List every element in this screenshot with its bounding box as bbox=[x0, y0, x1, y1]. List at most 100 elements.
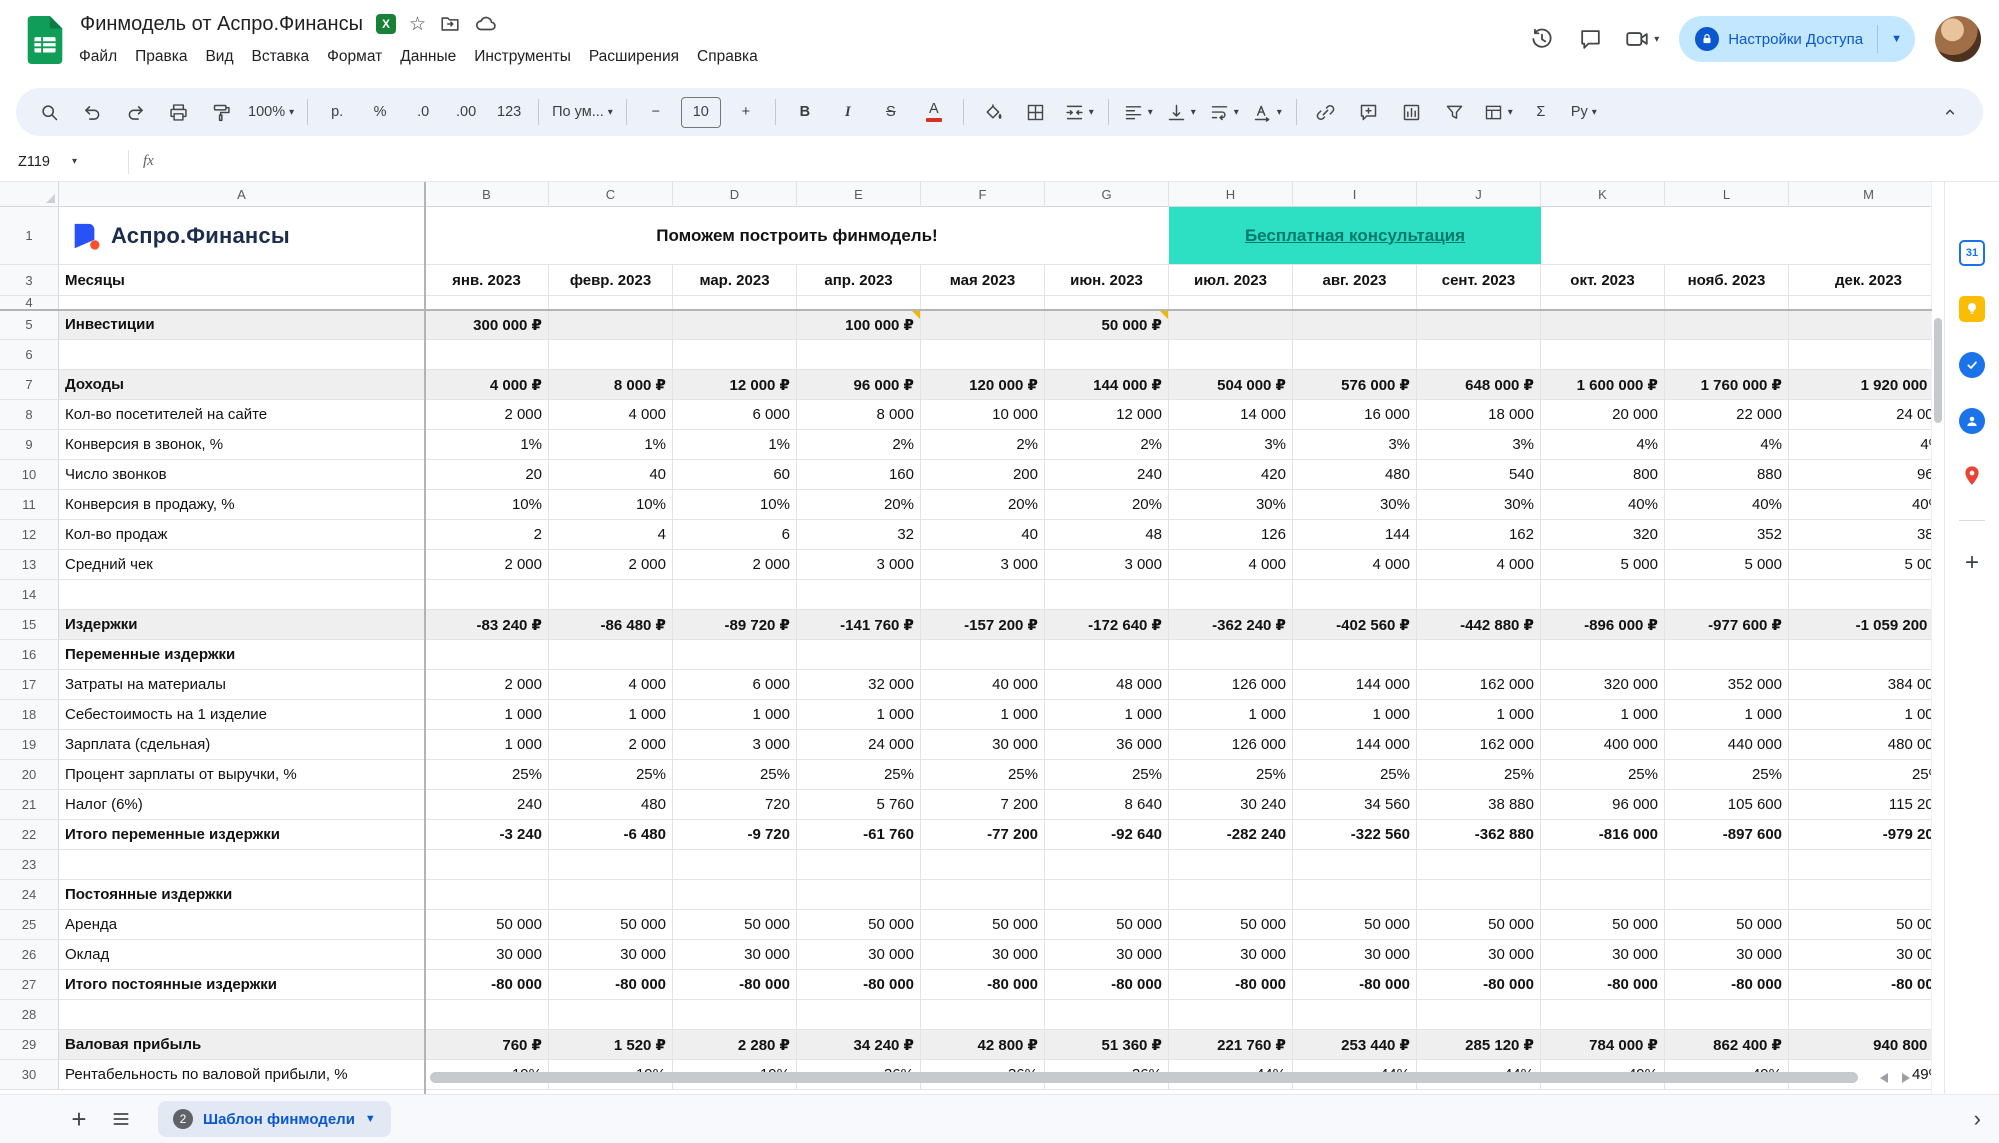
cell-L8[interactable]: 22 000 bbox=[1665, 400, 1789, 430]
cell-L15[interactable]: -977 600 ₽ bbox=[1665, 610, 1789, 640]
cell-F7[interactable]: 120 000 ₽ bbox=[921, 370, 1045, 400]
cell-E28[interactable] bbox=[797, 1000, 921, 1030]
cell-D12[interactable]: 6 bbox=[673, 520, 797, 550]
cell-K14[interactable] bbox=[1541, 580, 1665, 610]
insert-link-button[interactable] bbox=[1305, 95, 1347, 129]
cell-H21[interactable]: 30 240 bbox=[1169, 790, 1293, 820]
row-header-20[interactable]: 20 bbox=[0, 760, 59, 790]
cell-E5[interactable]: 100 000 ₽ bbox=[797, 310, 921, 340]
row-header-23[interactable]: 23 bbox=[0, 850, 59, 880]
cell-M27[interactable]: -80 000 bbox=[1789, 970, 1932, 1000]
menu-item-1[interactable]: Файл bbox=[70, 44, 126, 70]
meet-camera-button[interactable]: ▾ bbox=[1624, 26, 1659, 52]
cell-H17[interactable]: 126 000 bbox=[1169, 670, 1293, 700]
cell-E19[interactable]: 24 000 bbox=[797, 730, 921, 760]
cell-M11[interactable]: 40% bbox=[1789, 490, 1932, 520]
cell-M7[interactable]: 1 920 000 ₽ bbox=[1789, 370, 1932, 400]
cell-E3[interactable]: апр. 2023 bbox=[797, 265, 921, 296]
cell-D26[interactable]: 30 000 bbox=[673, 940, 797, 970]
cell-J4[interactable] bbox=[1417, 296, 1541, 310]
column-header-H[interactable]: H bbox=[1169, 182, 1293, 207]
cell-A10[interactable]: Число звонков bbox=[59, 460, 425, 490]
insert-chart-button[interactable] bbox=[1391, 95, 1433, 129]
cell-E18[interactable]: 1 000 bbox=[797, 700, 921, 730]
cell-K15[interactable]: -896 000 ₽ bbox=[1541, 610, 1665, 640]
merge-cells-button[interactable]: ▾ bbox=[1058, 95, 1100, 129]
cell-J8[interactable]: 18 000 bbox=[1417, 400, 1541, 430]
horizontal-align-button[interactable]: ▾ bbox=[1117, 95, 1159, 129]
cell-E4[interactable] bbox=[797, 296, 921, 310]
cell-E27[interactable]: -80 000 bbox=[797, 970, 921, 1000]
cell-B8[interactable]: 2 000 bbox=[425, 400, 549, 430]
cell-J21[interactable]: 38 880 bbox=[1417, 790, 1541, 820]
cell-D20[interactable]: 25% bbox=[673, 760, 797, 790]
move-folder-icon[interactable] bbox=[439, 13, 461, 35]
cell-G25[interactable]: 50 000 bbox=[1045, 910, 1169, 940]
cell-F22[interactable]: -77 200 bbox=[921, 820, 1045, 850]
cell-D25[interactable]: 50 000 bbox=[673, 910, 797, 940]
cell-F17[interactable]: 40 000 bbox=[921, 670, 1045, 700]
cell-A20[interactable]: Процент зарплаты от выручки, % bbox=[59, 760, 425, 790]
cell-C29[interactable]: 1 520 ₽ bbox=[549, 1030, 673, 1060]
row-header-25[interactable]: 25 bbox=[0, 910, 59, 940]
cell-L16[interactable] bbox=[1665, 640, 1789, 670]
cell-A28[interactable] bbox=[59, 1000, 425, 1030]
cell-F27[interactable]: -80 000 bbox=[921, 970, 1045, 1000]
cell-H11[interactable]: 30% bbox=[1169, 490, 1293, 520]
cell-C16[interactable] bbox=[549, 640, 673, 670]
font-select[interactable]: По ум...▾ bbox=[547, 95, 618, 129]
cell-C25[interactable]: 50 000 bbox=[549, 910, 673, 940]
cell-K25[interactable]: 50 000 bbox=[1541, 910, 1665, 940]
cell-H28[interactable] bbox=[1169, 1000, 1293, 1030]
cell-F11[interactable]: 20% bbox=[921, 490, 1045, 520]
currency-format-button[interactable]: р. bbox=[316, 95, 358, 129]
decrease-font-size-button[interactable]: − bbox=[635, 95, 677, 129]
row-header-22[interactable]: 22 bbox=[0, 820, 59, 850]
cell-G27[interactable]: -80 000 bbox=[1045, 970, 1169, 1000]
cell-C17[interactable]: 4 000 bbox=[549, 670, 673, 700]
row-header-9[interactable]: 9 bbox=[0, 430, 59, 460]
cell-J18[interactable]: 1 000 bbox=[1417, 700, 1541, 730]
row-header-7[interactable]: 7 bbox=[0, 370, 59, 400]
cell-H5[interactable] bbox=[1169, 310, 1293, 340]
cell-G19[interactable]: 36 000 bbox=[1045, 730, 1169, 760]
cell-I17[interactable]: 144 000 bbox=[1293, 670, 1417, 700]
insert-comment-button[interactable] bbox=[1348, 95, 1390, 129]
cell-J5[interactable] bbox=[1417, 310, 1541, 340]
column-header-L[interactable]: L bbox=[1665, 182, 1789, 207]
row-header-19[interactable]: 19 bbox=[0, 730, 59, 760]
row-header-8[interactable]: 8 bbox=[0, 400, 59, 430]
cell-L12[interactable]: 352 bbox=[1665, 520, 1789, 550]
cell-B15[interactable]: -83 240 ₽ bbox=[425, 610, 549, 640]
cell-D3[interactable]: мар. 2023 bbox=[673, 265, 797, 296]
sheet-tab-active[interactable]: 2 Шаблон финмодели ▼ bbox=[158, 1101, 391, 1137]
contacts-icon[interactable] bbox=[1959, 408, 1985, 434]
cell-J15[interactable]: -442 880 ₽ bbox=[1417, 610, 1541, 640]
cell-I25[interactable]: 50 000 bbox=[1293, 910, 1417, 940]
banner-message-cell[interactable]: Поможем построить финмодель! bbox=[425, 207, 1169, 265]
cell-L24[interactable] bbox=[1665, 880, 1789, 910]
cell-D7[interactable]: 12 000 ₽ bbox=[673, 370, 797, 400]
row-header-30[interactable]: 30 bbox=[0, 1060, 59, 1090]
vertical-scrollbar-thumb[interactable] bbox=[1934, 318, 1942, 423]
cell-L5[interactable] bbox=[1665, 310, 1789, 340]
cell-D15[interactable]: -89 720 ₽ bbox=[673, 610, 797, 640]
cell-C21[interactable]: 480 bbox=[549, 790, 673, 820]
collapse-toolbar-button[interactable] bbox=[1929, 95, 1971, 129]
cell-B25[interactable]: 50 000 bbox=[425, 910, 549, 940]
cell-I21[interactable]: 34 560 bbox=[1293, 790, 1417, 820]
cell-F6[interactable] bbox=[921, 340, 1045, 370]
cell-G8[interactable]: 12 000 bbox=[1045, 400, 1169, 430]
cell-E9[interactable]: 2% bbox=[797, 430, 921, 460]
cell-L28[interactable] bbox=[1665, 1000, 1789, 1030]
cell-I9[interactable]: 3% bbox=[1293, 430, 1417, 460]
menu-item-3[interactable]: Вид bbox=[196, 44, 242, 70]
cell-E12[interactable]: 32 bbox=[797, 520, 921, 550]
menu-item-8[interactable]: Расширения bbox=[580, 44, 688, 70]
cell-K7[interactable]: 1 600 000 ₽ bbox=[1541, 370, 1665, 400]
cell-E22[interactable]: -61 760 bbox=[797, 820, 921, 850]
cell-A5[interactable]: Инвестиции bbox=[59, 310, 425, 340]
row-header-13[interactable]: 13 bbox=[0, 550, 59, 580]
cell-A22[interactable]: Итого переменные издержки bbox=[59, 820, 425, 850]
all-sheets-button[interactable] bbox=[100, 1101, 142, 1137]
